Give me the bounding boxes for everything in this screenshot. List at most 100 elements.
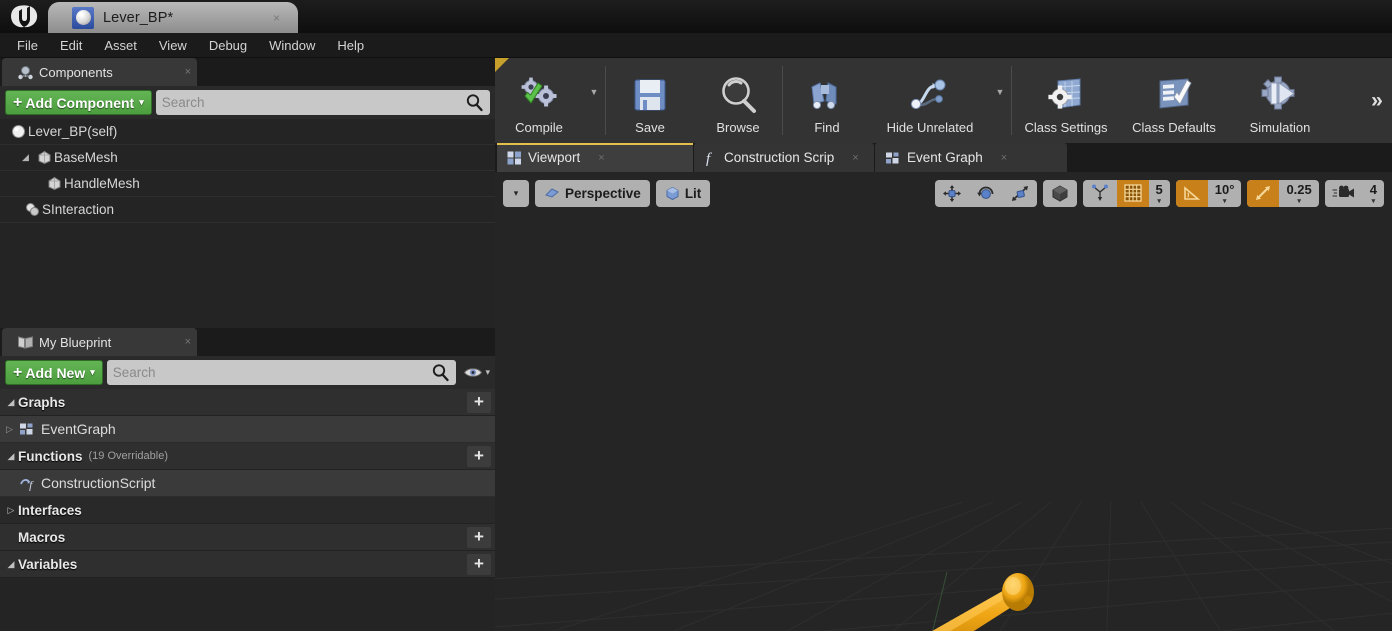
hide-unrelated-options-chevron-down-icon[interactable]: ▼ <box>989 58 1011 143</box>
tab-label: My Blueprint <box>39 334 112 350</box>
tree-row-handlemesh[interactable]: HandleMesh <box>0 171 495 197</box>
camera-speed-icon[interactable] <box>1325 180 1363 207</box>
menu-item-edit[interactable]: Edit <box>49 35 93 56</box>
rotate-gizmo-button[interactable] <box>969 180 1003 207</box>
rotation-snap-value[interactable]: 10° ▾ <box>1208 180 1242 207</box>
components-panel-body: + Add Component ▾ Search Lever_BP(self) … <box>0 86 495 326</box>
camera-speed-number: 4 <box>1369 182 1377 197</box>
chevron-down-icon[interactable]: ◢ <box>4 451 18 462</box>
myblueprint-control-row: + Add New ▾ Search ▾ <box>0 356 495 389</box>
visibility-eye-icon[interactable] <box>463 365 483 380</box>
find-binoculars-icon <box>804 72 850 118</box>
toolbar-group-graph: Find Hide Unrelated ▼ <box>783 58 1011 143</box>
compile-button[interactable]: Compile <box>495 58 583 143</box>
grid-snap-number: 5 <box>1155 182 1163 197</box>
components-icon <box>16 63 34 81</box>
simulation-button[interactable]: Simulation <box>1228 58 1332 143</box>
tree-row-sinteraction[interactable]: SInteraction <box>0 197 495 223</box>
browse-button[interactable]: Browse <box>694 58 782 143</box>
chevron-down-icon[interactable]: ◢ <box>22 152 34 163</box>
toolbar-label: Find <box>814 120 840 135</box>
tree-row-basemesh[interactable]: ◢ BaseMesh <box>0 145 495 171</box>
chevron-right-icon[interactable]: ▷ <box>6 424 19 435</box>
list-item-constructionscript[interactable]: f ConstructionScript <box>0 470 495 497</box>
add-variable-button[interactable]: + <box>467 553 491 575</box>
section-header-interfaces[interactable]: ▷ Interfaces <box>0 497 495 524</box>
scale-gizmo-button[interactable] <box>1003 180 1037 207</box>
toolbar-label: Simulation <box>1249 120 1311 135</box>
close-icon[interactable]: × <box>165 336 191 348</box>
close-icon[interactable]: × <box>598 152 604 164</box>
chevron-right-icon[interactable]: ▷ <box>4 505 18 516</box>
view-mode-button[interactable]: Perspective <box>535 179 650 207</box>
hide-unrelated-button[interactable]: Hide Unrelated <box>871 58 989 143</box>
components-search-input[interactable]: Search <box>155 90 490 115</box>
tab-viewport[interactable]: Viewport × <box>497 143 693 172</box>
add-new-button[interactable]: + Add New ▾ <box>5 360 103 385</box>
class-settings-button[interactable]: Class Settings <box>1012 58 1120 143</box>
save-button[interactable]: Save <box>606 58 694 143</box>
class-defaults-button[interactable]: Class Defaults <box>1120 58 1228 143</box>
coordinate-system-button[interactable] <box>1043 180 1077 207</box>
tab-components[interactable]: Components × <box>2 58 197 86</box>
menu-item-asset[interactable]: Asset <box>93 35 148 56</box>
close-icon[interactable]: × <box>165 66 191 78</box>
tab-event-graph[interactable]: Event Graph × <box>875 143 1067 172</box>
grid-snap-toggle[interactable] <box>1116 179 1149 207</box>
hide-unrelated-nodes-icon <box>906 72 954 118</box>
snap-settings-group: 5 ▾ <box>1082 179 1170 207</box>
add-function-button[interactable]: + <box>467 445 491 467</box>
section-header-variables[interactable]: ◢ Variables + <box>0 551 495 578</box>
compile-options-chevron-down-icon[interactable]: ▼ <box>583 58 605 143</box>
chevron-down-icon[interactable]: ▾ <box>485 367 490 378</box>
list-item-eventgraph[interactable]: ▷ EventGraph <box>0 416 495 443</box>
menu-item-file[interactable]: File <box>6 35 49 56</box>
close-icon[interactable]: × <box>852 152 858 164</box>
tab-my-blueprint[interactable]: My Blueprint × <box>2 328 197 356</box>
rotation-snap-toggle[interactable] <box>1175 179 1208 207</box>
viewport-3d[interactable]: ▾ Perspective Lit 5 ▾ 10° ▾ 0.25 ▾ 4 ▾ <box>495 172 1392 631</box>
plus-icon: + <box>13 93 23 111</box>
close-icon[interactable]: × <box>273 11 280 25</box>
add-component-button[interactable]: + Add Component ▾ <box>5 90 152 115</box>
function-icon: f <box>19 476 41 491</box>
toolbar-overflow-button[interactable]: » <box>1362 58 1392 143</box>
chevron-down-icon[interactable]: ◢ <box>4 397 18 408</box>
lighting-mode-button[interactable]: Lit <box>655 179 711 207</box>
scale-snap-toggle[interactable] <box>1247 179 1280 207</box>
add-macro-button[interactable]: + <box>467 526 491 548</box>
asset-document-tab[interactable]: Lever_BP* × <box>48 2 298 33</box>
scale-snap-value[interactable]: 0.25 ▾ <box>1279 180 1318 207</box>
myblueprint-search-input[interactable]: Search <box>106 360 457 385</box>
toolbar-group-class: Class Settings Class Defaults Simulation <box>1012 58 1332 143</box>
chevron-down-icon[interactable]: ◢ <box>4 559 18 570</box>
self-sphere-icon <box>8 124 28 139</box>
tree-row-self[interactable]: Lever_BP(self) <box>0 119 495 145</box>
event-graph-icon <box>885 151 901 165</box>
myblueprint-panel-body: + Add New ▾ Search ▾ ◢ Graphs + ▷ EventG… <box>0 356 495 578</box>
menu-bar: File Edit Asset View Debug Window Help <box>0 33 1392 58</box>
components-tree-empty-area <box>0 223 495 326</box>
camera-speed-value[interactable]: 4 ▾ <box>1363 180 1384 207</box>
search-placeholder: Search <box>161 95 205 110</box>
toolbar-group-compile: Compile ▼ <box>495 58 605 143</box>
unreal-logo-icon <box>6 2 42 32</box>
menu-item-debug[interactable]: Debug <box>198 35 258 56</box>
menu-item-view[interactable]: View <box>148 35 198 56</box>
myblueprint-panel-tabrow: My Blueprint × <box>0 328 495 356</box>
section-header-macros[interactable]: Macros + <box>0 524 495 551</box>
grid-snap-value[interactable]: 5 ▾ <box>1149 180 1170 207</box>
section-header-functions[interactable]: ◢ Functions (19 Overridable) + <box>0 443 495 470</box>
menu-item-help[interactable]: Help <box>326 35 375 56</box>
unreal-blueprint-editor: Lever_BP* × File Edit Asset View Debug W… <box>0 0 1392 631</box>
section-header-graphs[interactable]: ◢ Graphs + <box>0 389 495 416</box>
surface-snap-button[interactable] <box>1083 180 1117 207</box>
add-graph-button[interactable]: + <box>467 391 491 413</box>
viewport-options-chevron-down-icon[interactable]: ▾ <box>503 179 529 207</box>
visibility-control[interactable]: ▾ <box>460 365 490 380</box>
close-icon[interactable]: × <box>1001 152 1007 164</box>
find-button[interactable]: Find <box>783 58 871 143</box>
tab-construction-script[interactable]: f Construction Scrip × <box>694 143 874 172</box>
menu-item-window[interactable]: Window <box>258 35 326 56</box>
translate-gizmo-button[interactable] <box>935 180 969 207</box>
